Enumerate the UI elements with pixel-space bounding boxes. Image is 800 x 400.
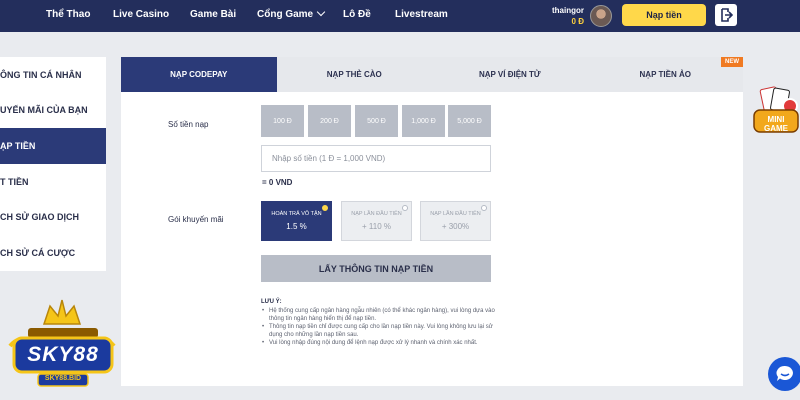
tab-codepay[interactable]: NẠP CODEPAY (121, 57, 277, 92)
brand-logo: SKY88 SKY88.BID (6, 296, 118, 390)
promo-title: HOÀN TRẢ VÔ TẬN (271, 211, 322, 217)
logo-subtext: SKY88.BID (44, 375, 82, 382)
minigame-widget[interactable]: MINI GAME (752, 86, 800, 136)
promo-value: + 110 % (362, 222, 391, 231)
promo-title: NẠP LẦN ĐẦU TIÊN (351, 211, 402, 217)
chevron-down-icon (316, 7, 326, 17)
top-nav: Thể Thao Live Casino Game Bài Cổng Game … (0, 0, 800, 32)
notes-list: Hệ thống cung cấp ngân hàng ngẫu nhiên (… (261, 307, 501, 347)
sidebar-item-bet-history[interactable]: CH SỬ CÁ CƯỢC (0, 235, 106, 271)
amount-label: Số tiền nạp (168, 120, 209, 129)
note-item: Thông tin nạp tiền chỉ được cung cấp cho… (261, 323, 501, 339)
promo-option-rebate[interactable]: HOÀN TRẢ VÔ TẬN 1.5 % (261, 201, 332, 241)
sidebar-item-withdraw[interactable]: T TIỀN (0, 164, 106, 200)
radio-indicator (402, 205, 408, 211)
amount-option-200[interactable]: 200 Đ (308, 105, 351, 137)
nav-item-cong-game[interactable]: Cổng Game (257, 7, 326, 20)
nav-item-the-thao[interactable]: Thể Thao (46, 9, 90, 20)
sidebar-item-deposit[interactable]: ẠP TIỀN (0, 128, 106, 164)
deposit-button[interactable]: Nạp tiền (622, 4, 706, 26)
deposit-panel: NẠP CODEPAY NẠP THẺ CÀO NẠP VÍ ĐIỆN TỬ N… (121, 57, 743, 386)
amount-option-1000[interactable]: 1,000 Đ (402, 105, 445, 137)
username: thaingor (552, 6, 584, 15)
converted-total: = 0 VND (262, 178, 293, 187)
promo-value: + 300% (441, 222, 470, 231)
nav-item-live-casino[interactable]: Live Casino (113, 9, 169, 20)
tab-crypto-label: NẠP TIỀN ẢO (639, 70, 691, 79)
sidebar-item-personal-info[interactable]: ÔNG TIN CÁ NHÂN (0, 57, 106, 93)
promo-value: 1.5 % (286, 222, 307, 231)
promo-option-first-deposit-110[interactable]: NẠP LẦN ĐẦU TIÊN + 110 % (341, 201, 412, 241)
deposit-notes: LƯU Ý: Hệ thống cung cấp ngân hàng ngẫu … (261, 298, 501, 347)
tab-crypto[interactable]: NẠP TIỀN ẢO NEW (588, 57, 743, 92)
user-balance: 0 Đ (571, 17, 584, 26)
chat-button[interactable] (768, 357, 800, 391)
logout-icon (721, 8, 733, 22)
sidebar-item-my-promotions[interactable]: UYẾN MÃI CỦA BẠN (0, 93, 106, 129)
nav-item-cong-game-label: Cổng Game (257, 9, 314, 20)
chat-icon (776, 365, 793, 381)
tab-e-wallet[interactable]: NẠP VÍ ĐIỆN TỬ (432, 57, 588, 92)
sidebar-item-transaction-history[interactable]: CH SỬ GIAO DỊCH (0, 199, 106, 235)
promo-option-first-deposit-300[interactable]: NẠP LẦN ĐẦU TIÊN + 300% (420, 201, 491, 241)
account-sidebar: ÔNG TIN CÁ NHÂN UYẾN MÃI CỦA BẠN ẠP TIỀN… (0, 57, 106, 271)
logo-text: SKY88 (27, 343, 99, 366)
deposit-tabs: NẠP CODEPAY NẠP THẺ CÀO NẠP VÍ ĐIỆN TỬ N… (121, 57, 743, 92)
radio-indicator (481, 205, 487, 211)
amount-input[interactable] (261, 145, 491, 172)
nav-item-lo-de[interactable]: Lô Đề (343, 9, 371, 20)
user-info[interactable]: thaingor 0 Đ (552, 5, 584, 27)
notes-title: LƯU Ý: (261, 299, 282, 305)
nav-item-game-bai[interactable]: Game Bài (190, 9, 236, 20)
radio-indicator (322, 205, 328, 211)
note-item: Vui lòng nhập đúng nội dung để lệnh nạp … (261, 339, 501, 347)
amount-option-5000[interactable]: 5,000 Đ (448, 105, 491, 137)
promo-title: NẠP LẦN ĐẦU TIÊN (430, 211, 481, 217)
new-badge: NEW (721, 57, 743, 67)
tab-scratch-card[interactable]: NẠP THẺ CÀO (277, 57, 433, 92)
get-deposit-info-button[interactable]: LẤY THÔNG TIN NẠP TIỀN (261, 255, 491, 282)
amount-option-500[interactable]: 500 Đ (355, 105, 398, 137)
promo-label: Gói khuyến mãi (168, 215, 224, 224)
minigame-label: MINI GAME (764, 115, 788, 133)
logout-button[interactable] (715, 4, 737, 26)
amount-option-100[interactable]: 100 Đ (261, 105, 304, 137)
nav-item-livestream[interactable]: Livestream (395, 9, 448, 20)
note-item: Hệ thống cung cấp ngân hàng ngẫu nhiên (… (261, 307, 501, 323)
avatar[interactable] (590, 5, 612, 27)
